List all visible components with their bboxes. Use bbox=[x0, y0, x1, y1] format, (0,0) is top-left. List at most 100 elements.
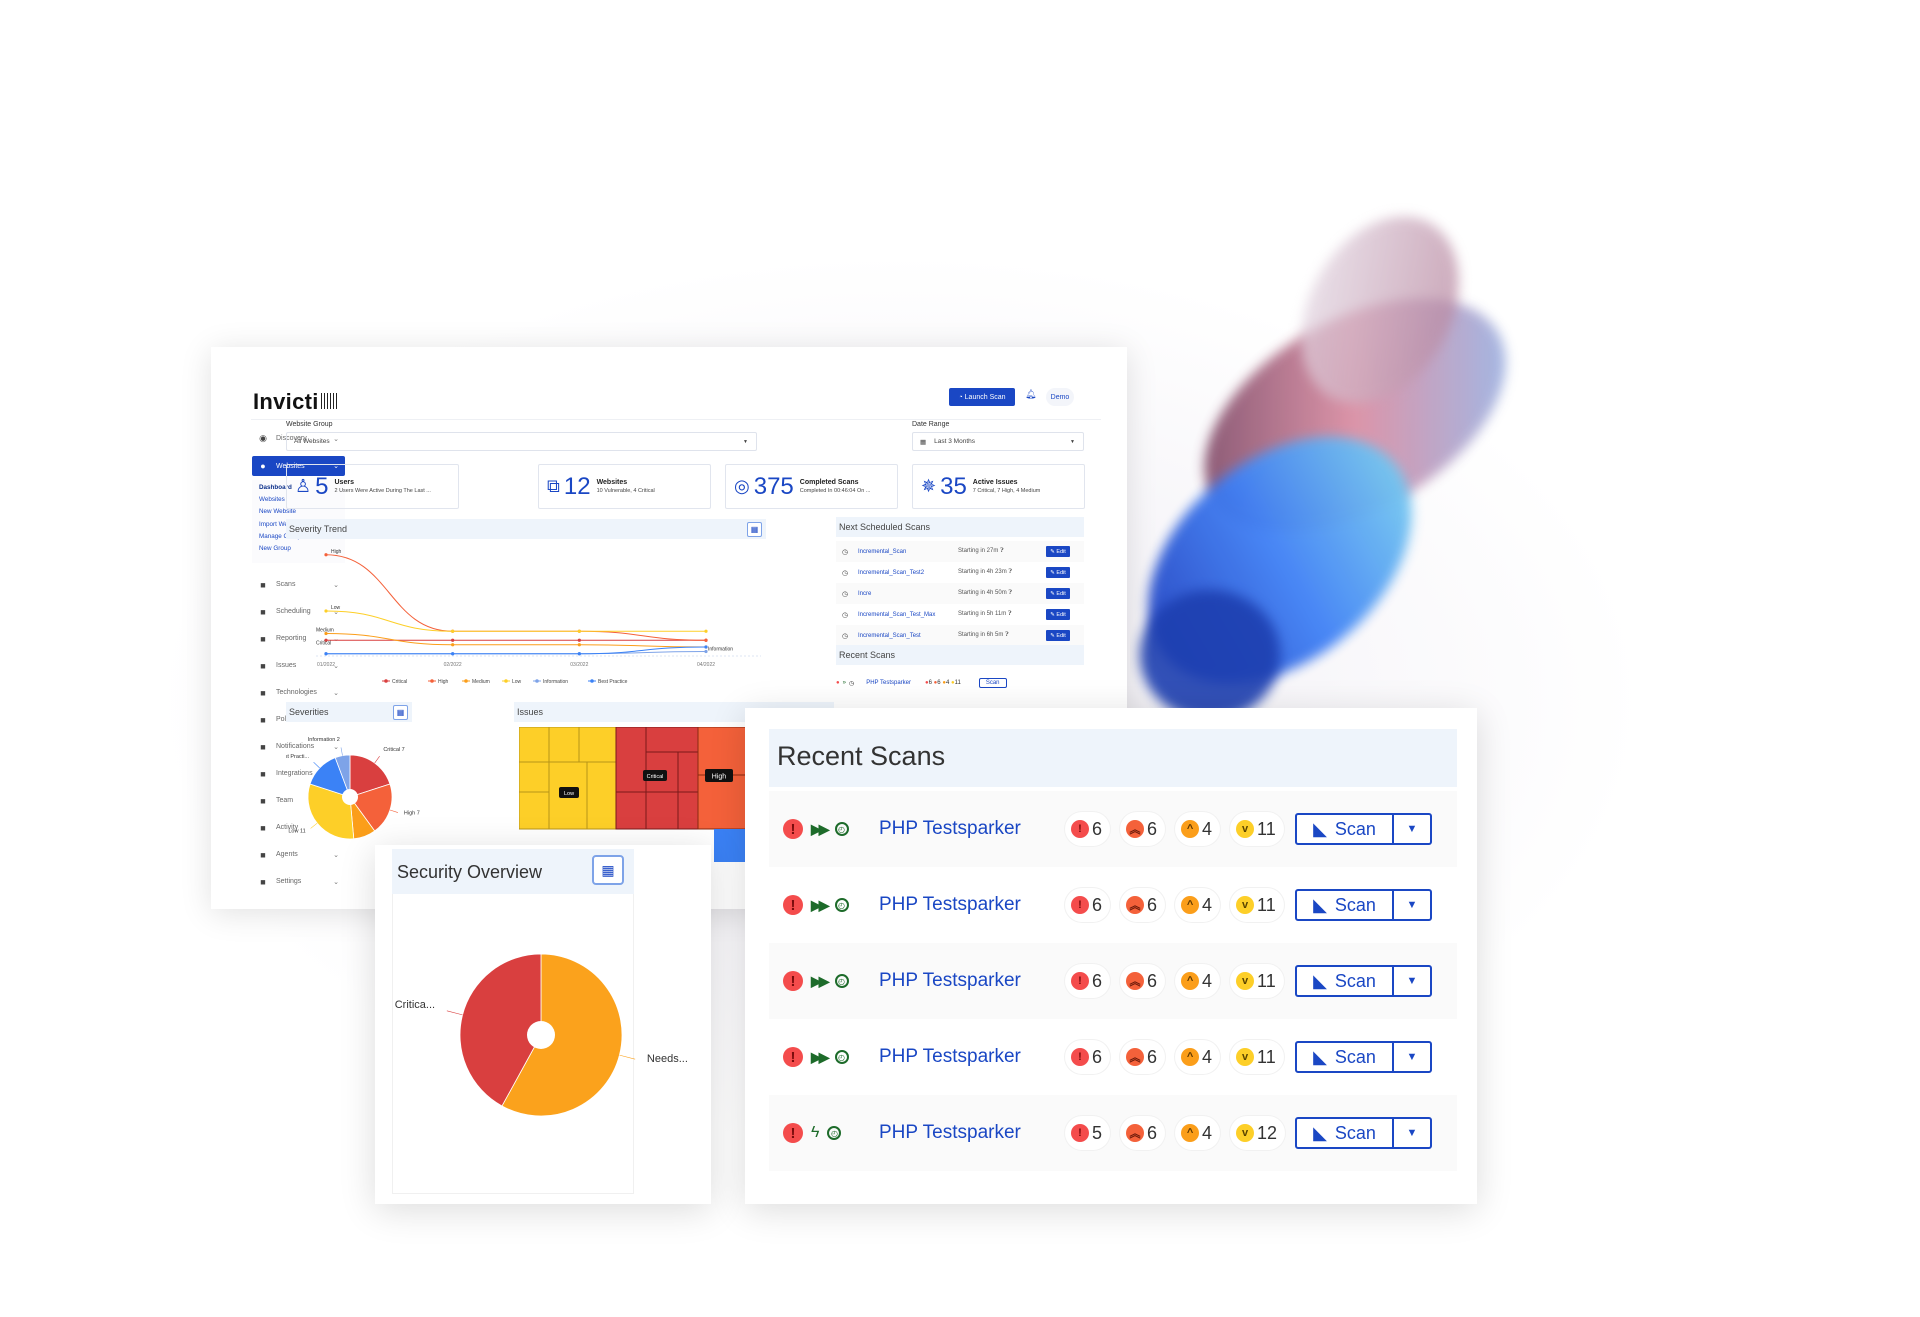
severities-header: Severities ▦ bbox=[286, 702, 412, 722]
launch-scan-button[interactable]: ◔ Launch Scan bbox=[949, 388, 1015, 406]
caret-down-icon: ▼ bbox=[1070, 438, 1075, 445]
scheduled-scan-link[interactable]: Incremental_Scan_Test2 bbox=[854, 570, 958, 576]
scan-button[interactable]: ◣ Scan bbox=[1297, 1043, 1394, 1071]
data-point[interactable] bbox=[451, 629, 455, 633]
pie-hole bbox=[527, 1021, 555, 1049]
scan-dropdown-toggle[interactable]: ▼ bbox=[1394, 815, 1430, 843]
scan-name-link[interactable]: PHP Testsparker bbox=[879, 818, 1065, 840]
fast-forward-icon: ▶▶ bbox=[811, 1048, 829, 1065]
data-point[interactable] bbox=[451, 643, 455, 647]
recent-scan-mini-row: ●» ◷ PHP Testsparker ● 6 ● 6 ● 4 ● 11 Scan bbox=[836, 675, 1084, 691]
critical-icon: ! bbox=[1071, 972, 1089, 990]
treemap-label-high: High bbox=[712, 774, 727, 781]
start-time: Starting in 27m bbox=[958, 548, 999, 554]
edit-button[interactable]: ✎ Edit bbox=[1046, 609, 1070, 620]
data-point[interactable] bbox=[324, 609, 328, 613]
scan-button[interactable]: Scan bbox=[978, 678, 1007, 688]
stat-card-active-issues[interactable]: ✵ 35 Active Issues 7 Critical, 7 High, 4 Me… bbox=[912, 464, 1085, 509]
data-point[interactable] bbox=[577, 629, 581, 633]
treemap-low[interactable] bbox=[519, 727, 617, 830]
puzzle-icon: ■ bbox=[260, 768, 266, 779]
point-label: High bbox=[331, 549, 342, 555]
table-view-button[interactable]: ▦ bbox=[747, 522, 762, 537]
edit-button[interactable]: ✎ Edit bbox=[1046, 546, 1070, 557]
header-divider bbox=[251, 419, 1101, 420]
next-scheduled-scans-header: Next Scheduled Scans bbox=[836, 517, 1084, 537]
scan-icon: ◎ bbox=[734, 476, 750, 496]
double-chevron-up-icon: ︽ bbox=[1126, 972, 1145, 990]
user-menu[interactable]: Demo bbox=[1046, 388, 1074, 406]
scan-button[interactable]: ◣ Scan bbox=[1297, 1119, 1394, 1147]
scan-link[interactable]: PHP Testsparker bbox=[866, 680, 911, 686]
x-tick-label: 02/2022 bbox=[444, 662, 462, 668]
scan-name-link[interactable]: PHP Testsparker bbox=[879, 970, 1065, 992]
series-line-high bbox=[325, 554, 707, 641]
legend-item[interactable]: Best Practice bbox=[598, 679, 628, 685]
point-label: Critical bbox=[316, 640, 331, 646]
scan-button[interactable]: ◣ Scan bbox=[1297, 815, 1394, 843]
scan-dropdown-toggle[interactable]: ▼ bbox=[1394, 1043, 1430, 1071]
clock-icon: ◷ bbox=[841, 569, 849, 577]
table-view-button[interactable]: ▦ bbox=[393, 705, 408, 720]
edit-button[interactable]: ✎ Edit bbox=[1046, 567, 1070, 578]
website-group-select[interactable]: All Websites ▼ bbox=[286, 432, 757, 451]
data-point[interactable] bbox=[451, 638, 455, 642]
point-label: Information bbox=[708, 647, 733, 653]
legend-item[interactable]: Medium bbox=[472, 679, 490, 685]
stat-card-users[interactable]: ♙ 5 Users 2 Users Were Active During The La… bbox=[286, 464, 459, 509]
legend-item[interactable]: High bbox=[438, 679, 449, 685]
scheduled-scan-link[interactable]: Incre bbox=[854, 591, 958, 597]
notifications-bell-icon[interactable]: 🔔︎ bbox=[1025, 389, 1036, 400]
date-range-select[interactable]: ▦ Last 3 Months ▼ bbox=[912, 432, 1084, 451]
scan-dropdown-toggle[interactable]: ▼ bbox=[1394, 891, 1430, 919]
scheduled-scan-link[interactable]: Incremental_Scan_Test_Max bbox=[854, 612, 958, 618]
lightning-icon: ϟ bbox=[811, 1124, 820, 1141]
recent-scan-row: ! ▶▶ ◴ PHP Testsparker ! 6 ︽ 6 ^ 4 v 11 ◣ Scan ▼ bbox=[769, 867, 1457, 943]
data-point[interactable] bbox=[577, 643, 581, 647]
medium-count-badge: ^ 4 bbox=[1175, 812, 1221, 846]
legend-item[interactable]: Information bbox=[543, 679, 568, 685]
medium-count-badge: ^ 4 bbox=[1175, 1040, 1221, 1074]
data-point[interactable] bbox=[451, 652, 455, 656]
edit-button[interactable]: ✎ Edit bbox=[1046, 630, 1070, 641]
legend-item[interactable]: Critical bbox=[392, 679, 407, 685]
high-count-badge: ︽ 6 bbox=[1120, 1116, 1166, 1150]
date-range-label: Date Range bbox=[912, 421, 950, 428]
stat-card-websites[interactable]: ⧉ 12 Websites 10 Vulnerable, 4 Critical bbox=[538, 464, 711, 509]
scan-dropdown-toggle[interactable]: ▼ bbox=[1394, 1119, 1430, 1147]
critical-count-badge: ! 5 bbox=[1065, 1116, 1111, 1150]
low-count-badge: v 11 bbox=[1230, 888, 1284, 922]
treemap-best-practice[interactable] bbox=[714, 829, 749, 862]
critical-icon: ! bbox=[1071, 1048, 1089, 1066]
slice-label: Information 2 bbox=[308, 737, 340, 743]
slice-label: Best Practi... bbox=[286, 754, 309, 760]
edit-button[interactable]: ✎ Edit bbox=[1046, 588, 1070, 599]
critical-status-icon: ! bbox=[783, 1123, 803, 1143]
decorative-hair-image bbox=[1130, 200, 1570, 710]
scheduled-scan-row: ◷ Incremental_Scan_Test2 Starting in 4h 23… bbox=[836, 562, 1084, 583]
sidebar-item-settings[interactable]: ■ Settings ⌄ bbox=[252, 868, 345, 895]
data-point[interactable] bbox=[704, 629, 708, 633]
table-view-button[interactable]: ▦ bbox=[592, 855, 624, 885]
discovery-icon: ◉ bbox=[259, 433, 267, 443]
chevron-down-icon: v bbox=[1236, 1048, 1255, 1066]
shark-fin-icon: ◣ bbox=[1313, 1122, 1327, 1143]
stat-card-completed-scans[interactable]: ◎ 375 Completed Scans Completed In 00:46:04… bbox=[725, 464, 898, 509]
scan-name-link[interactable]: PHP Testsparker bbox=[879, 1046, 1065, 1068]
data-point[interactable] bbox=[324, 652, 328, 656]
scan-button[interactable]: ◣ Scan bbox=[1297, 967, 1394, 995]
data-point[interactable] bbox=[577, 652, 581, 656]
start-time: Starting in 5h 11m bbox=[958, 611, 1007, 617]
scan-button[interactable]: ◣ Scan bbox=[1297, 891, 1394, 919]
data-point[interactable] bbox=[324, 553, 328, 557]
scan-dropdown-toggle[interactable]: ▼ bbox=[1394, 967, 1430, 995]
scheduled-scan-link[interactable]: Incremental_Scan_Test bbox=[854, 633, 958, 639]
scheduled-scan-link[interactable]: Incremental_Scan bbox=[854, 549, 958, 555]
recent-scan-row: ! ▶▶ ◴ PHP Testsparker ! 6 ︽ 6 ^ 4 v 11 ◣ Scan ▼ bbox=[769, 1019, 1457, 1095]
scan-name-link[interactable]: PHP Testsparker bbox=[879, 1122, 1065, 1144]
scan-name-link[interactable]: PHP Testsparker bbox=[879, 894, 1065, 916]
series-line-low bbox=[325, 610, 706, 632]
data-point[interactable] bbox=[577, 638, 581, 642]
data-point[interactable] bbox=[704, 638, 708, 642]
legend-item[interactable]: Low bbox=[512, 679, 522, 685]
